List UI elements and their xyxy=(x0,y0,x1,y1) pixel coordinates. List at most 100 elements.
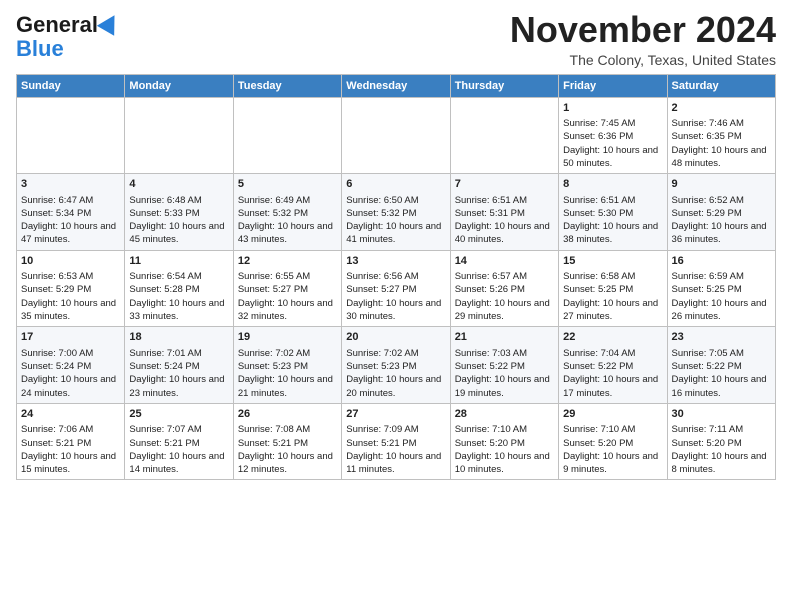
day-number: 26 xyxy=(238,407,337,422)
day-info-line: Daylight: 10 hours and 30 minutes. xyxy=(346,297,445,324)
page-header: General Blue November 2024 The Colony, T… xyxy=(16,10,776,68)
day-info-line: Daylight: 10 hours and 33 minutes. xyxy=(129,297,228,324)
calendar-cell: 25Sunrise: 7:07 AMSunset: 5:21 PMDayligh… xyxy=(125,403,233,480)
day-info-line: Sunset: 5:23 PM xyxy=(346,360,445,373)
day-number: 22 xyxy=(563,330,662,345)
calendar-cell: 28Sunrise: 7:10 AMSunset: 5:20 PMDayligh… xyxy=(450,403,558,480)
calendar-cell: 18Sunrise: 7:01 AMSunset: 5:24 PMDayligh… xyxy=(125,327,233,404)
day-info-line: Sunset: 5:32 PM xyxy=(238,207,337,220)
day-number: 30 xyxy=(672,407,771,422)
day-info-line: Sunrise: 7:06 AM xyxy=(21,423,120,436)
calendar-header-row: Sunday Monday Tuesday Wednesday Thursday… xyxy=(17,74,776,97)
header-thursday: Thursday xyxy=(450,74,558,97)
day-number: 5 xyxy=(238,177,337,192)
day-info-line: Daylight: 10 hours and 20 minutes. xyxy=(346,373,445,400)
day-info-line: Sunrise: 7:02 AM xyxy=(238,347,337,360)
day-number: 6 xyxy=(346,177,445,192)
calendar-cell: 1Sunrise: 7:45 AMSunset: 6:36 PMDaylight… xyxy=(559,97,667,174)
main-container: General Blue November 2024 The Colony, T… xyxy=(0,0,792,490)
day-info-line: Daylight: 10 hours and 43 minutes. xyxy=(238,220,337,247)
day-number: 25 xyxy=(129,407,228,422)
day-info-line: Sunset: 5:21 PM xyxy=(346,437,445,450)
day-number: 18 xyxy=(129,330,228,345)
day-info-line: Sunrise: 6:51 AM xyxy=(455,194,554,207)
calendar-cell: 15Sunrise: 6:58 AMSunset: 5:25 PMDayligh… xyxy=(559,250,667,327)
calendar-cell: 24Sunrise: 7:06 AMSunset: 5:21 PMDayligh… xyxy=(17,403,125,480)
day-info-line: Sunset: 5:20 PM xyxy=(563,437,662,450)
day-info-line: Daylight: 10 hours and 10 minutes. xyxy=(455,450,554,477)
day-number: 15 xyxy=(563,254,662,269)
calendar-cell: 29Sunrise: 7:10 AMSunset: 5:20 PMDayligh… xyxy=(559,403,667,480)
location: The Colony, Texas, United States xyxy=(510,52,776,68)
day-number: 27 xyxy=(346,407,445,422)
day-info-line: Daylight: 10 hours and 41 minutes. xyxy=(346,220,445,247)
day-info-line: Daylight: 10 hours and 36 minutes. xyxy=(672,220,771,247)
day-info-line: Sunrise: 6:58 AM xyxy=(563,270,662,283)
day-info-line: Sunset: 5:32 PM xyxy=(346,207,445,220)
calendar-row-4: 17Sunrise: 7:00 AMSunset: 5:24 PMDayligh… xyxy=(17,327,776,404)
day-info-line: Daylight: 10 hours and 12 minutes. xyxy=(238,450,337,477)
day-info-line: Daylight: 10 hours and 11 minutes. xyxy=(346,450,445,477)
day-info-line: Sunset: 6:36 PM xyxy=(563,130,662,143)
calendar-cell: 13Sunrise: 6:56 AMSunset: 5:27 PMDayligh… xyxy=(342,250,450,327)
calendar-cell: 5 Sunrise: 6:49 AMSunset: 5:32 PMDaylight… xyxy=(233,174,341,251)
day-info-line: Sunset: 5:21 PM xyxy=(238,437,337,450)
day-info-line: Sunset: 5:20 PM xyxy=(455,437,554,450)
day-info-line: Daylight: 10 hours and 32 minutes. xyxy=(238,297,337,324)
month-title: November 2024 xyxy=(510,10,776,50)
day-info-line: Sunset: 5:22 PM xyxy=(563,360,662,373)
calendar-cell xyxy=(450,97,558,174)
calendar-cell: 9Sunrise: 6:52 AMSunset: 5:29 PMDaylight… xyxy=(667,174,775,251)
calendar-cell: 30Sunrise: 7:11 AMSunset: 5:20 PMDayligh… xyxy=(667,403,775,480)
day-info-line: Sunset: 5:33 PM xyxy=(129,207,228,220)
calendar-cell: 26Sunrise: 7:08 AMSunset: 5:21 PMDayligh… xyxy=(233,403,341,480)
calendar-cell: 11Sunrise: 6:54 AMSunset: 5:28 PMDayligh… xyxy=(125,250,233,327)
day-info-line: Sunrise: 7:01 AM xyxy=(129,347,228,360)
day-number: 17 xyxy=(21,330,120,345)
day-number: 3 xyxy=(21,177,120,192)
calendar-cell: 19Sunrise: 7:02 AMSunset: 5:23 PMDayligh… xyxy=(233,327,341,404)
header-saturday: Saturday xyxy=(667,74,775,97)
day-info-line: Sunset: 5:28 PM xyxy=(129,283,228,296)
day-number: 19 xyxy=(238,330,337,345)
day-info-line: Sunset: 5:25 PM xyxy=(672,283,771,296)
day-info-line: Sunset: 5:29 PM xyxy=(21,283,120,296)
day-info-line: Daylight: 10 hours and 21 minutes. xyxy=(238,373,337,400)
day-number: 7 xyxy=(455,177,554,192)
day-number: 10 xyxy=(21,254,120,269)
calendar-row-5: 24Sunrise: 7:06 AMSunset: 5:21 PMDayligh… xyxy=(17,403,776,480)
day-info-line: Daylight: 10 hours and 29 minutes. xyxy=(455,297,554,324)
day-info-line: Sunrise: 7:10 AM xyxy=(455,423,554,436)
day-number: 21 xyxy=(455,330,554,345)
day-info-line: Sunrise: 6:51 AM xyxy=(563,194,662,207)
calendar-cell: 14Sunrise: 6:57 AMSunset: 5:26 PMDayligh… xyxy=(450,250,558,327)
calendar-cell: 23Sunrise: 7:05 AMSunset: 5:22 PMDayligh… xyxy=(667,327,775,404)
day-info-line: Daylight: 10 hours and 40 minutes. xyxy=(455,220,554,247)
header-tuesday: Tuesday xyxy=(233,74,341,97)
day-info-line: Daylight: 10 hours and 17 minutes. xyxy=(563,373,662,400)
day-info-line: Daylight: 10 hours and 23 minutes. xyxy=(129,373,228,400)
day-info-line: Sunset: 5:25 PM xyxy=(563,283,662,296)
day-info-line: Sunset: 5:31 PM xyxy=(455,207,554,220)
calendar-cell: 10Sunrise: 6:53 AMSunset: 5:29 PMDayligh… xyxy=(17,250,125,327)
header-sunday: Sunday xyxy=(17,74,125,97)
day-info-line: Sunrise: 7:05 AM xyxy=(672,347,771,360)
day-number: 11 xyxy=(129,254,228,269)
calendar-row-3: 10Sunrise: 6:53 AMSunset: 5:29 PMDayligh… xyxy=(17,250,776,327)
calendar-row-2: 3Sunrise: 6:47 AMSunset: 5:34 PMDaylight… xyxy=(17,174,776,251)
day-info-line: Daylight: 10 hours and 50 minutes. xyxy=(563,144,662,171)
day-info-line: Daylight: 10 hours and 27 minutes. xyxy=(563,297,662,324)
calendar-cell: 7 Sunrise: 6:51 AMSunset: 5:31 PMDaylight… xyxy=(450,174,558,251)
day-number: 29 xyxy=(563,407,662,422)
calendar-cell: 22Sunrise: 7:04 AMSunset: 5:22 PMDayligh… xyxy=(559,327,667,404)
header-friday: Friday xyxy=(559,74,667,97)
calendar-cell: 2Sunrise: 7:46 AMSunset: 6:35 PMDaylight… xyxy=(667,97,775,174)
day-number: 24 xyxy=(21,407,120,422)
day-number: 13 xyxy=(346,254,445,269)
day-number: 16 xyxy=(672,254,771,269)
day-info-line: Sunset: 5:22 PM xyxy=(455,360,554,373)
calendar-cell: 4Sunrise: 6:48 AMSunset: 5:33 PMDaylight… xyxy=(125,174,233,251)
day-info-line: Sunrise: 6:49 AM xyxy=(238,194,337,207)
day-info-line: Sunrise: 7:45 AM xyxy=(563,117,662,130)
calendar-cell: 21Sunrise: 7:03 AMSunset: 5:22 PMDayligh… xyxy=(450,327,558,404)
